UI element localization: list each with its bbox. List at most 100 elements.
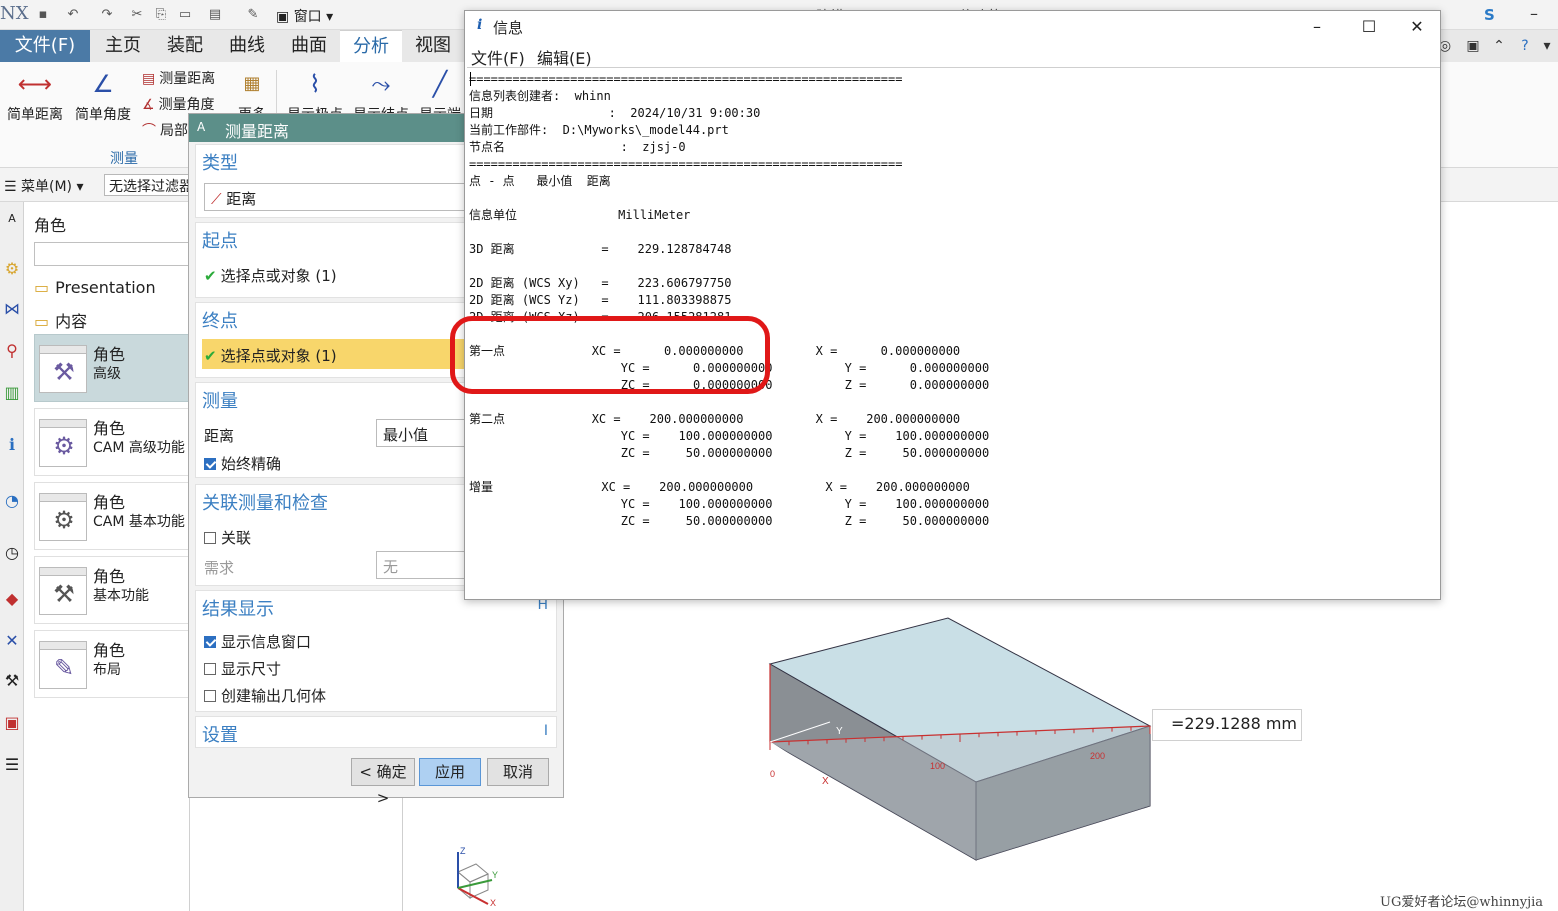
tab-file[interactable]: 文件(F) <box>0 30 90 62</box>
role-title: 角色 <box>93 493 126 512</box>
web-browser-icon[interactable]: ℹ <box>1 434 23 456</box>
role-title: 角色 <box>93 345 126 364</box>
tab-curve[interactable]: 曲线 <box>218 30 276 62</box>
type-section-title[interactable]: 类型 <box>202 149 238 175</box>
info-menu-edit[interactable]: 编辑(E) <box>537 45 592 69</box>
measure-plane <box>770 726 1150 860</box>
info-menu-file[interactable]: 文件(F) <box>471 45 525 69</box>
ok-button[interactable]: < 确定 > <box>351 758 415 807</box>
redo-icon[interactable]: ↷ <box>98 6 116 24</box>
copy-icon[interactable]: ⎘ <box>152 6 170 24</box>
results-section-title[interactable]: 结果显示 <box>202 595 274 621</box>
selection-filter-dropdown[interactable]: 无选择过滤器 <box>104 174 194 196</box>
system-scenes-icon[interactable]: ☰ <box>1 754 23 776</box>
roles-icon[interactable]: ▣ <box>1 712 23 734</box>
robot-icon[interactable]: ⚒ <box>1 670 23 692</box>
settings-section-title[interactable]: 设置 <box>202 721 238 747</box>
maximize-icon[interactable]: ☐ <box>1347 15 1391 39</box>
menu-button[interactable]: ☰ 菜单(M) ▾ <box>4 176 84 196</box>
end-point-label: 选择点或对象 (1) <box>220 347 337 365</box>
cancel-button[interactable]: 取消 <box>487 758 549 786</box>
menu-label: 菜单(M) <box>21 179 73 195</box>
triad-label-x: X <box>490 898 496 908</box>
folder-presentation[interactable]: ▭ Presentation <box>34 278 156 297</box>
triad-label-z: Z <box>460 846 466 856</box>
always-exact-checkbox[interactable]: 始终精确 <box>204 453 281 474</box>
touch-mode-icon[interactable]: ✎ <box>244 6 262 24</box>
tab-assembly[interactable]: 装配 <box>156 30 214 62</box>
clock-icon[interactable]: ◷ <box>1 542 23 564</box>
triad-cube-top <box>457 863 489 883</box>
collapse-ribbon-icon[interactable]: ⌃ <box>1490 37 1508 55</box>
role-advanced[interactable]: ⚒ 角色 高级 <box>34 334 190 402</box>
tab-view[interactable]: 视图 <box>406 30 460 62</box>
save-icon[interactable]: ▪ <box>34 6 52 24</box>
constraint-navigator-icon[interactable]: ⋈ <box>1 298 23 320</box>
tab-home[interactable]: 主页 <box>94 30 152 62</box>
associative-section-title[interactable]: 关联测量和检查 <box>202 489 328 515</box>
associative-checkbox[interactable]: 关联 <box>204 527 251 548</box>
start-point-selector[interactable]: ✔ 选择点或对象 (1) <box>204 265 337 286</box>
block-model[interactable]: 0 100 200 Y X <box>750 602 1170 882</box>
end-point-selector[interactable]: ✔ 选择点或对象 (1) <box>204 345 337 366</box>
paste-icon[interactable]: ▭ <box>176 6 194 24</box>
history-icon[interactable]: ◔ <box>1 490 23 512</box>
info-text-area[interactable]: ========================================… <box>450 67 1440 599</box>
create-output-geometry-checkbox[interactable]: 创建输出几何体 <box>204 685 326 706</box>
role-cam-advanced[interactable]: ⚙ 角色 CAM 高级功能 <box>34 408 190 476</box>
view-triad[interactable]: Z X Y <box>438 842 498 908</box>
undo-icon[interactable]: ↶ <box>64 6 82 24</box>
measure-result-label[interactable]: =229.1288 mm <box>1152 709 1303 741</box>
local-radius-button[interactable]: ⌒ 局部 <box>142 120 188 142</box>
triad-cube-side <box>469 873 489 899</box>
assembly-navigator-icon[interactable]: ⚙ <box>1 258 23 280</box>
axis-label-x: X <box>822 776 829 787</box>
requirement-label: 需求 <box>204 559 235 577</box>
start-point-label: 选择点或对象 (1) <box>220 267 337 285</box>
folder-content[interactable]: ▭ 内容 <box>34 308 87 332</box>
window-icon[interactable]: ▣ <box>1464 37 1482 55</box>
apply-button[interactable]: 应用 <box>419 758 481 786</box>
role-layout[interactable]: ✎ 角色 布局 <box>34 630 190 698</box>
resource-bar-menu-icon[interactable]: A <box>1 208 23 230</box>
role-essentials[interactable]: ⚒ 角色 基本功能 <box>34 556 190 624</box>
help-icon[interactable]: ? <box>1516 37 1534 55</box>
angle-icon: ∠ <box>92 70 114 98</box>
measure-distance-label: 测量距离 <box>159 71 216 87</box>
tab-surface[interactable]: 曲面 <box>280 30 338 62</box>
poles-icon: ⌇ <box>309 70 321 98</box>
window-menu-label: 窗口 <box>293 9 322 25</box>
close-icon[interactable]: ✕ <box>1395 15 1439 39</box>
minimize-icon[interactable]: – <box>1530 4 1538 23</box>
simple-angle-button[interactable]: ∠ 简单角度 <box>70 66 136 126</box>
role-search-input[interactable] <box>34 242 190 266</box>
measure-distance-button[interactable]: ▤ 测量距离 <box>142 68 215 90</box>
text-cursor <box>470 72 471 86</box>
reuse-library-icon[interactable]: ▥ <box>1 382 23 404</box>
process-studio-icon[interactable]: ✕ <box>1 630 23 652</box>
start-section-title[interactable]: 起点 <box>202 227 238 253</box>
role-subtitle: 高级 <box>93 366 121 382</box>
measure-section-title[interactable]: 测量 <box>202 387 238 413</box>
checkbox-box <box>204 532 216 544</box>
tab-analysis[interactable]: 分析 <box>340 30 402 62</box>
window-menu[interactable]: ▣ 窗口 ▾ <box>276 6 333 26</box>
role-thumbnail: ✎ <box>39 641 87 689</box>
info-title-bar[interactable]: i 信息 – ☐ ✕ <box>465 11 1440 43</box>
always-exact-label: 始终精确 <box>221 455 282 473</box>
show-dimension-checkbox[interactable]: 显示尺寸 <box>204 658 281 679</box>
role-cam-basic[interactable]: ⚙ 角色 CAM 基本功能 <box>34 482 190 550</box>
dialog-icon: A <box>197 120 206 134</box>
show-info-window-checkbox[interactable]: 显示信息窗口 <box>204 631 311 652</box>
cut-icon[interactable]: ✂ <box>128 6 146 24</box>
part-navigator-icon[interactable]: ⚲ <box>1 340 23 362</box>
simple-distance-button[interactable]: ⟷ 简单距离 <box>2 66 68 126</box>
role-subtitle: CAM 高级功能 <box>93 440 185 456</box>
more-icon[interactable]: ▾ <box>1538 37 1556 55</box>
check-icon: ✔ <box>204 347 217 365</box>
settings-key-hint: I <box>543 723 548 739</box>
repeat-command-icon[interactable]: ▤ <box>206 6 224 24</box>
end-section-title[interactable]: 终点 <box>202 307 238 333</box>
minimize-icon[interactable]: – <box>1295 15 1339 39</box>
palette-icon[interactable]: ◆ <box>1 588 23 610</box>
